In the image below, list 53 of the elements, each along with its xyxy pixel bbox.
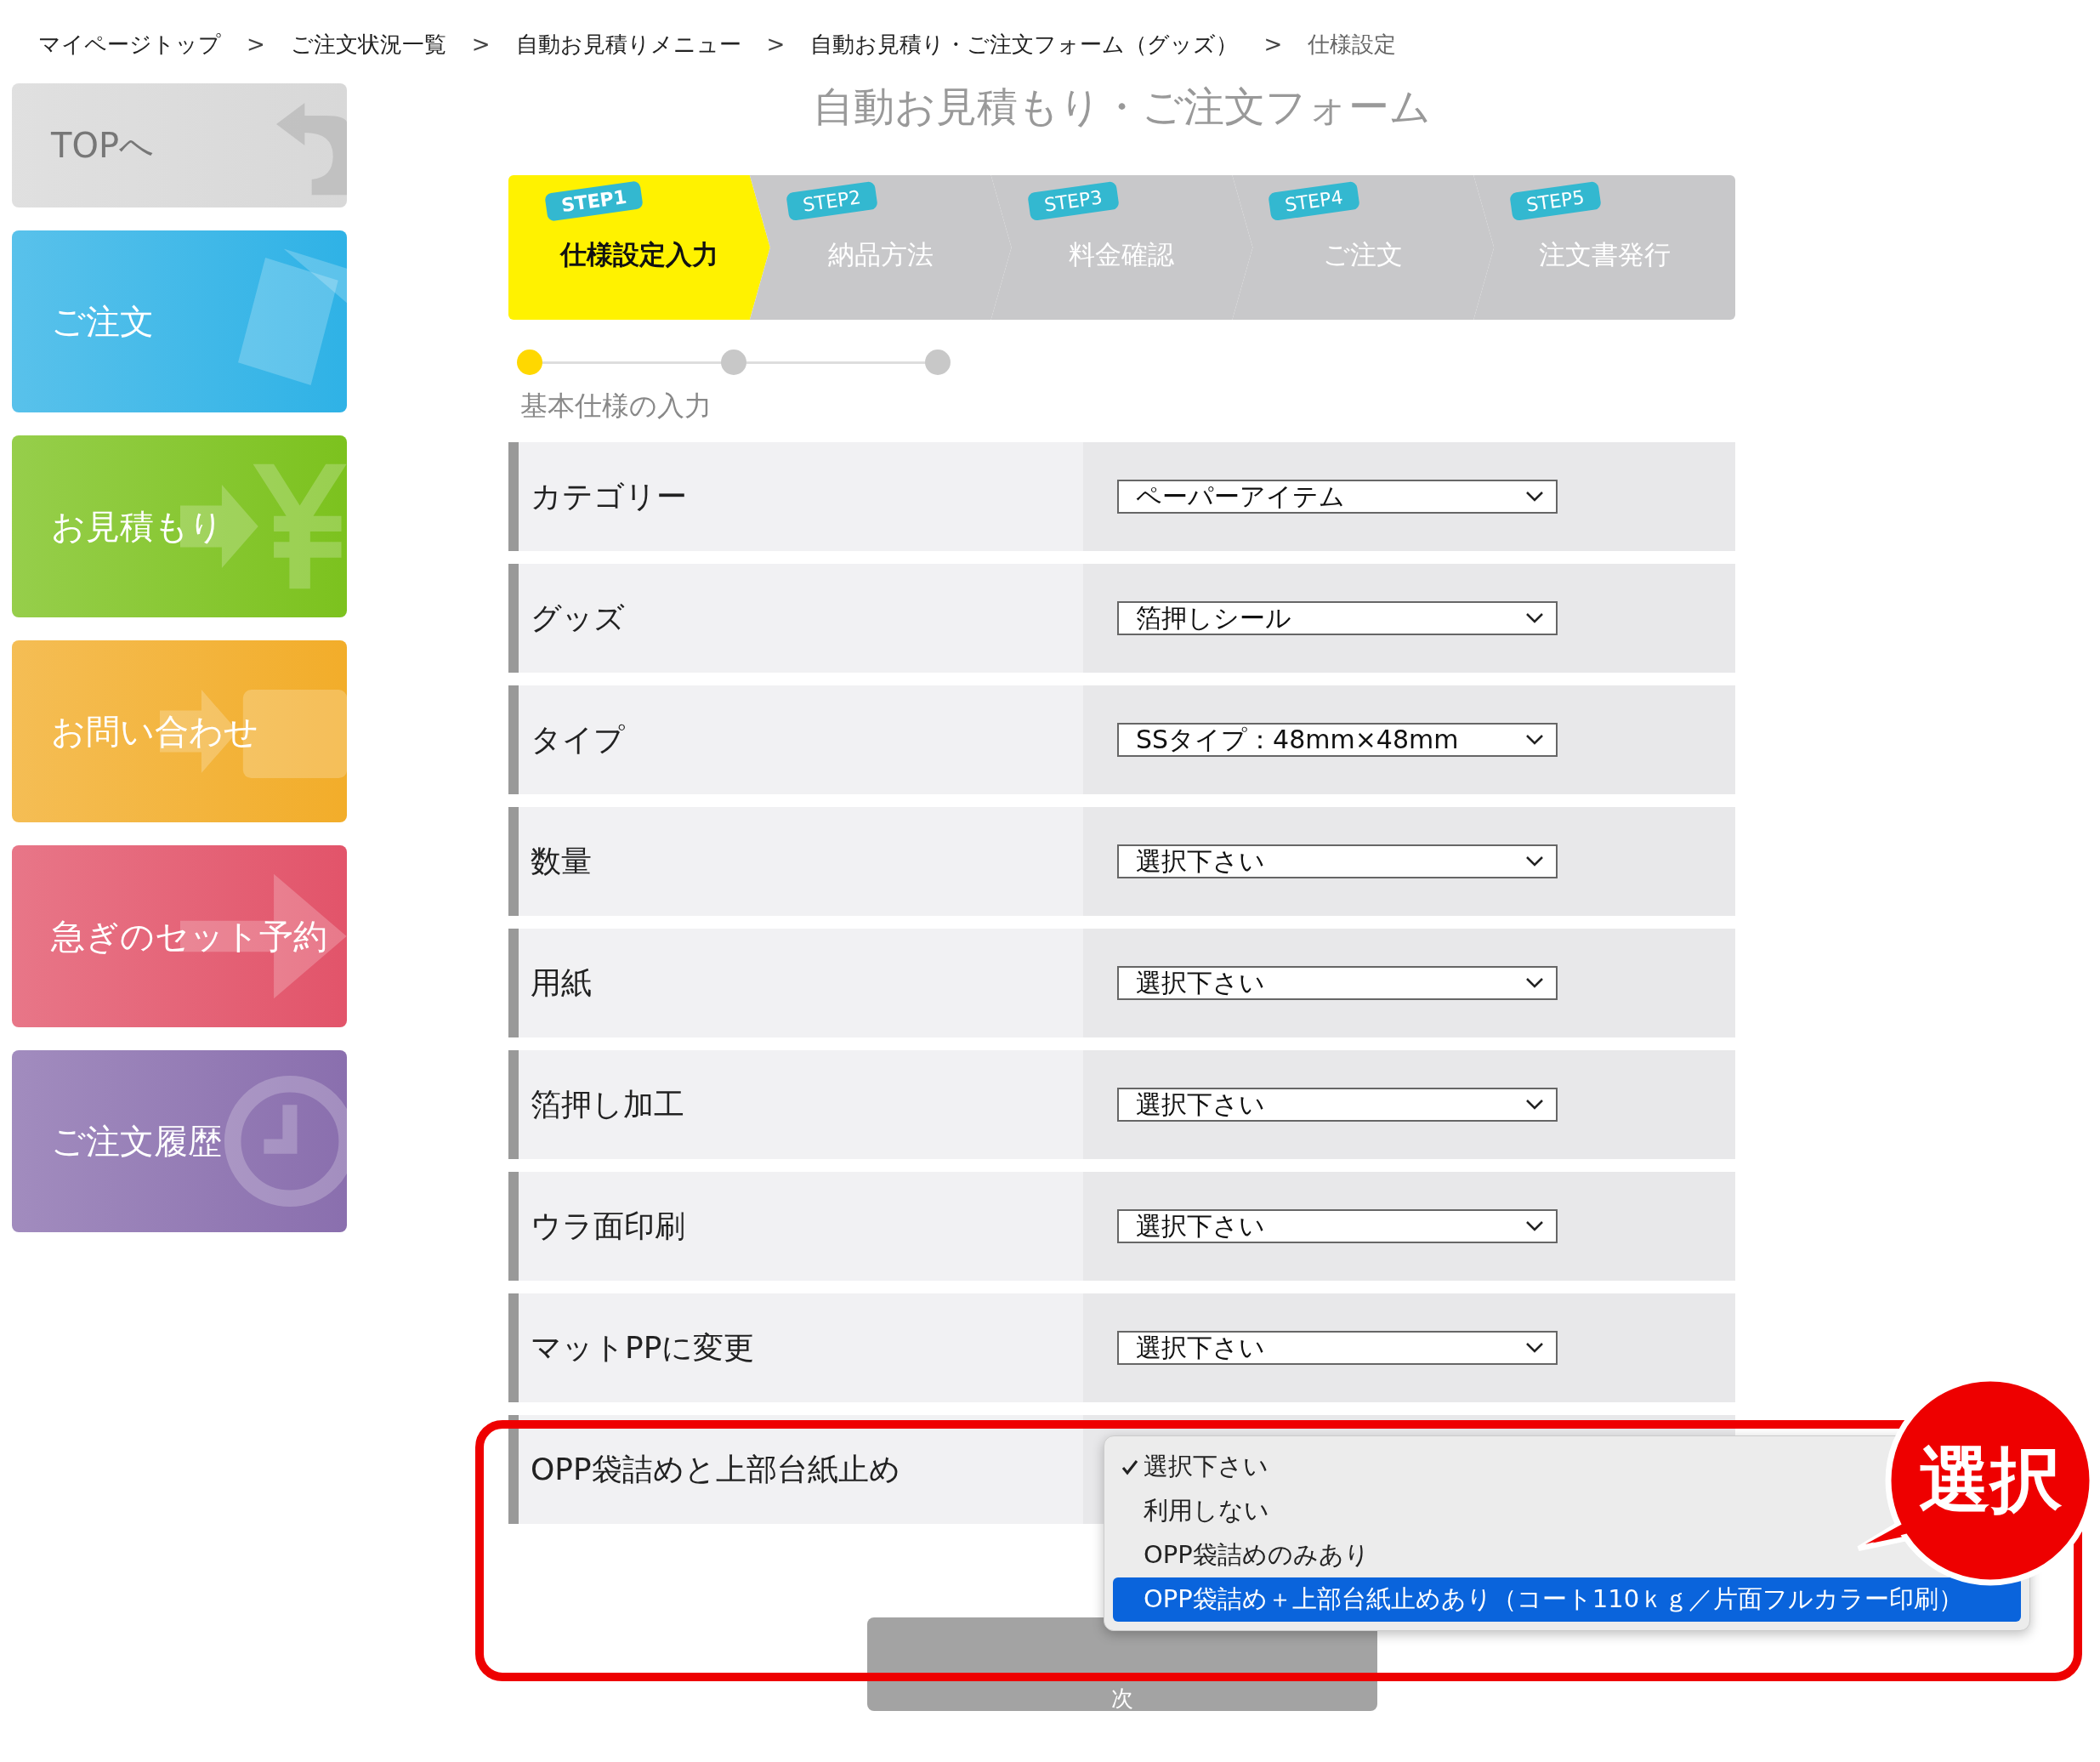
select-field[interactable]: 選択下さい — [1117, 1209, 1558, 1243]
step-number-tag: STEP2 — [786, 180, 878, 222]
select-field[interactable]: ペーパーアイテム — [1117, 480, 1558, 514]
field-label: OPP袋詰めと上部台紙止め — [508, 1415, 1083, 1524]
field-label: カテゴリー — [508, 442, 1083, 551]
breadcrumb-link[interactable]: マイページトップ — [38, 29, 221, 60]
callout-text: 選択 — [1919, 1437, 2062, 1523]
select-field[interactable]: 選択下さい — [1117, 1331, 1558, 1365]
chevron-down-icon — [1525, 1099, 1544, 1111]
chevron-down-icon — [1525, 977, 1544, 989]
field-label: タイプ — [508, 685, 1083, 794]
sidebar-button-label: お問い合わせ — [51, 710, 258, 753]
chevron-down-icon — [1525, 1342, 1544, 1354]
sidebar-button-label: お見積もり — [51, 505, 224, 548]
field-label: グッズ — [508, 564, 1083, 673]
breadcrumb-separator: > — [766, 31, 786, 57]
breadcrumb-link[interactable]: 自動お見積り・ご注文フォーム（グッズ） — [810, 29, 1239, 60]
select-field[interactable]: 選択下さい — [1117, 1088, 1558, 1122]
dropdown-option[interactable]: 選択下さい — [1113, 1445, 1277, 1489]
field-label: ウラ面印刷 — [508, 1172, 1083, 1281]
sidebar-button-label: 急ぎのセット予約 — [51, 915, 327, 958]
step-number-tag: STEP3 — [1026, 180, 1119, 222]
sidebar-button-label: TOPへ — [51, 124, 155, 167]
breadcrumb-link[interactable]: 自動お見積りメニュー — [515, 29, 741, 60]
dropdown-option[interactable]: OPP袋詰め＋上部台紙止めあり（コート110ｋｇ／片面フルカラー印刷） — [1113, 1577, 2021, 1622]
select-field[interactable]: 選択下さい — [1117, 966, 1558, 1000]
chevron-down-icon — [1525, 855, 1544, 867]
step-number-tag: STEP4 — [1268, 180, 1360, 222]
field-label: マットPPに変更 — [508, 1293, 1083, 1402]
step-label: 仕様設定入力 — [559, 238, 718, 271]
breadcrumb-separator: > — [247, 31, 265, 57]
chevron-down-icon — [1525, 491, 1544, 503]
breadcrumb-link[interactable]: ご注文状況一覧 — [290, 29, 446, 60]
select-field[interactable]: 選択下さい — [1117, 844, 1558, 878]
sidebar-button-label: ご注文履歴 — [51, 1120, 222, 1162]
step-number-tag: STEP1 — [544, 180, 644, 222]
field-label: 数量 — [508, 807, 1083, 916]
field-label: 用紙 — [508, 929, 1083, 1037]
breadcrumb-separator: > — [1263, 31, 1283, 57]
dropdown-option[interactable]: 利用しない — [1113, 1489, 1278, 1533]
dropdown-option[interactable]: OPP袋詰めのみあり — [1113, 1533, 1378, 1577]
step-number-tag: STEP5 — [1509, 180, 1602, 222]
chevron-down-icon — [1525, 612, 1544, 624]
progress-label: 基本仕様の入力 — [520, 389, 712, 423]
select-field[interactable]: SSタイプ：48mm×48mm — [1117, 723, 1558, 757]
chevron-down-icon — [1525, 1220, 1544, 1232]
breadcrumb-link[interactable]: 仕様設定 — [1308, 29, 1397, 60]
breadcrumb-separator: > — [471, 31, 491, 57]
select-field[interactable]: 箔押しシール — [1117, 601, 1558, 635]
chevron-down-icon — [1525, 734, 1544, 746]
field-label: 箔押し加工 — [508, 1050, 1083, 1159]
page-title: 自動お見積もり・ご注文フォーム — [812, 82, 1432, 132]
sidebar-button-label: ご注文 — [51, 300, 154, 343]
